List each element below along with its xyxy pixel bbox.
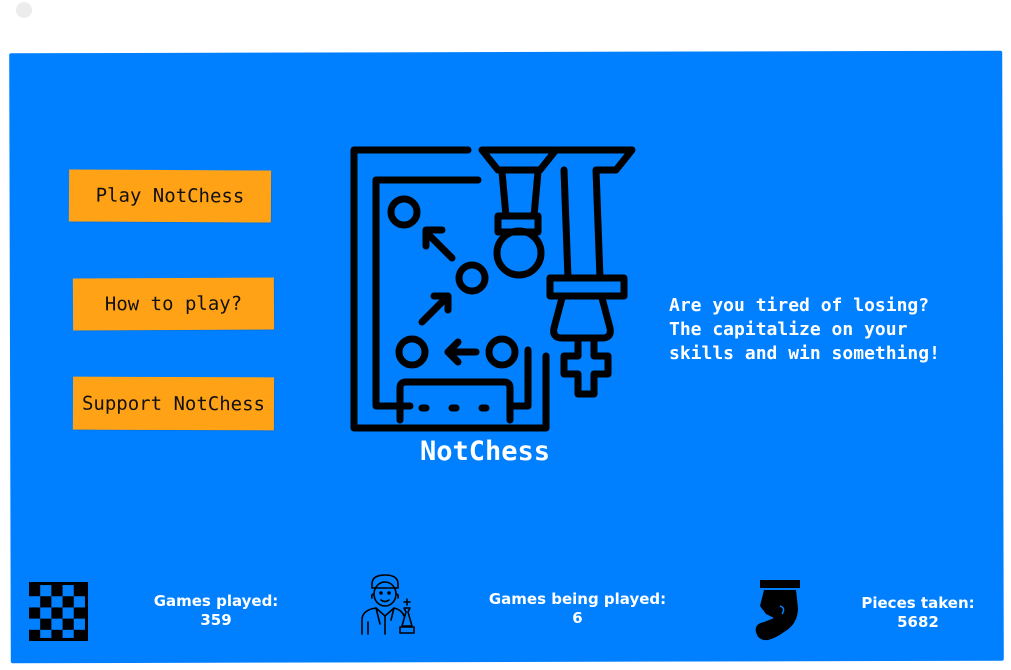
games-being-played-stat: Games being played: 6 [480, 590, 675, 628]
chess-player-icon [361, 574, 415, 635]
play-notchess-button[interactable]: Play NotChess [68, 169, 272, 223]
games-played-stat: Games played: 359 [146, 592, 286, 630]
fallen-pawn-icon [755, 580, 800, 641]
pieces-taken-label: Pieces taken: [861, 594, 975, 612]
tagline-line-2: The capitalize on your [669, 319, 908, 340]
window-control-dot [16, 2, 32, 18]
pieces-taken-stat: Pieces taken: 5682 [846, 594, 990, 632]
games-played-value: 359 [200, 611, 232, 629]
tagline: Are you tired of losing? The capitalize … [669, 294, 989, 366]
brand-name: NotChess [419, 436, 551, 467]
pieces-taken-value: 5682 [897, 613, 939, 631]
games-played-label: Games played: [153, 592, 279, 610]
how-to-play-button[interactable]: How to play? [72, 277, 275, 331]
checkerboard-icon [29, 582, 88, 641]
games-being-played-value: 6 [572, 609, 583, 627]
games-being-played-label: Games being played: [488, 590, 667, 608]
tagline-line-3: skills and win something! [669, 343, 940, 364]
tagline-line-1: Are you tired of losing? [669, 295, 930, 316]
chess-strategy-board-icon [350, 146, 636, 432]
support-notchess-button[interactable]: Support NotChess [72, 376, 275, 431]
